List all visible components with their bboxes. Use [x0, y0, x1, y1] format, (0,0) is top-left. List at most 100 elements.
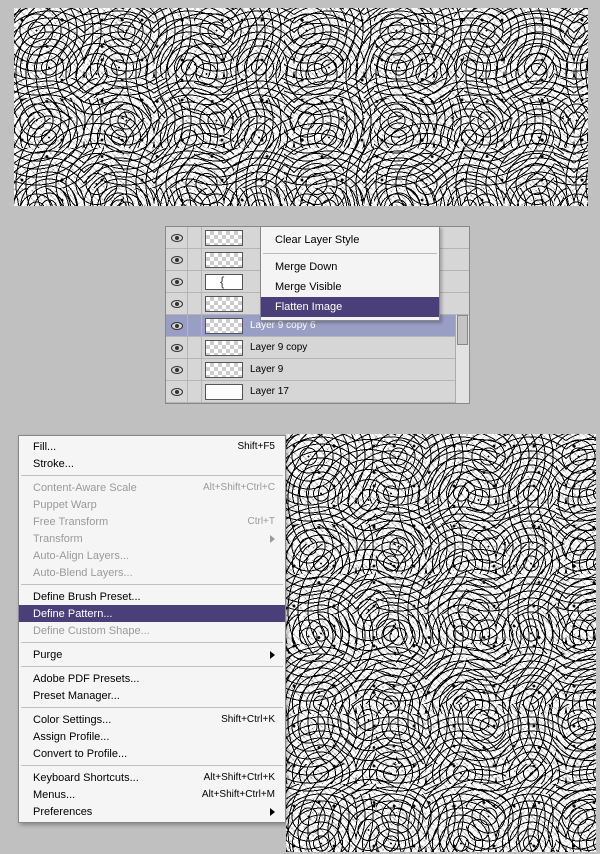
layer-thumbnail[interactable]: [205, 318, 243, 334]
menu-item-label: Stroke...: [33, 458, 74, 470]
menu-item[interactable]: Flatten Image: [261, 297, 439, 317]
menu-item-label: Preferences: [33, 806, 92, 818]
link-cell: [188, 249, 202, 271]
menu-separator: [21, 584, 283, 585]
menu-item-label: Preset Manager...: [33, 690, 120, 702]
visibility-toggle[interactable]: [166, 359, 188, 381]
eye-icon: [171, 344, 183, 352]
layer-thumbnail[interactable]: [205, 252, 243, 268]
menu-separator: [21, 707, 283, 708]
menu-item[interactable]: Stroke...: [19, 455, 285, 472]
layer-thumbnail[interactable]: [205, 384, 243, 400]
menu-item: Auto-Blend Layers...: [19, 564, 285, 581]
menu-item-label: Content-Aware Scale: [33, 482, 137, 494]
menu-separator: [21, 765, 283, 766]
layer-context-menu[interactable]: Clear Layer Style Merge DownMerge Visible…: [260, 226, 440, 321]
menu-item-label: Define Custom Shape...: [33, 625, 150, 637]
pattern-preview: [14, 8, 588, 206]
layers-scrollbar[interactable]: [455, 315, 469, 403]
visibility-toggle[interactable]: [166, 249, 188, 271]
layer-name-label[interactable]: Layer 9: [246, 364, 283, 375]
pattern-preview: [286, 434, 596, 852]
menu-item[interactable]: Adobe PDF Presets...: [19, 670, 285, 687]
menu-separator: [263, 253, 437, 254]
edit-menu[interactable]: Fill... Shift+F5 Stroke... Content-Aware Sc…: [18, 435, 286, 823]
menu-shortcut: Alt+Shift+Ctrl+K: [204, 772, 275, 783]
eye-icon: [171, 278, 183, 286]
eye-icon: [171, 322, 183, 330]
menu-item[interactable]: Keyboard Shortcuts... Alt+Shift+Ctrl+K: [19, 769, 285, 786]
menu-item: Free TransformCtrl+T: [19, 513, 285, 530]
menu-item[interactable]: Purge: [19, 646, 285, 663]
menu-item[interactable]: Clear Layer Style: [261, 230, 439, 250]
menu-item-label: Assign Profile...: [33, 731, 109, 743]
menu-item-label: Define Pattern...: [33, 608, 113, 620]
document-canvas-bottom[interactable]: [286, 434, 596, 852]
link-cell: [188, 359, 202, 381]
menu-item-label: Color Settings...: [33, 714, 111, 726]
eye-icon: [171, 300, 183, 308]
menu-item-label: Transform: [33, 533, 83, 545]
link-cell: [188, 315, 202, 337]
menu-item[interactable]: Define Brush Preset...: [19, 588, 285, 605]
menu-item[interactable]: Merge Visible: [261, 277, 439, 297]
menu-item: Define Custom Shape...: [19, 622, 285, 639]
menu-item[interactable]: Merge Down: [261, 257, 439, 277]
link-cell: [188, 381, 202, 403]
visibility-toggle[interactable]: [166, 337, 188, 359]
submenu-arrow-icon: [270, 808, 275, 816]
visibility-toggle[interactable]: [166, 271, 188, 293]
submenu-arrow-icon: [270, 651, 275, 659]
menu-separator: [21, 642, 283, 643]
eye-icon: [171, 388, 183, 396]
link-cell: [188, 271, 202, 293]
menu-item-label: Menus...: [33, 789, 75, 801]
menu-shortcut: Alt+Shift+Ctrl+C: [203, 482, 275, 493]
layer-thumbnail[interactable]: [205, 296, 243, 312]
menu-item[interactable]: Menus...Alt+Shift+Ctrl+M: [19, 786, 285, 803]
layer-row[interactable]: Layer 9 copy: [166, 337, 469, 359]
menu-separator: [21, 475, 283, 476]
layer-row[interactable]: Layer 17: [166, 381, 469, 403]
link-cell: [188, 293, 202, 315]
visibility-toggle[interactable]: [166, 381, 188, 403]
menu-shortcut: Shift+Ctrl+K: [221, 714, 275, 725]
menu-item: Content-Aware Scale Alt+Shift+Ctrl+C: [19, 479, 285, 496]
scrollbar-thumb[interactable]: [457, 315, 468, 345]
layer-thumbnail[interactable]: [205, 362, 243, 378]
menu-item: Transform: [19, 530, 285, 547]
menu-shortcut: Shift+F5: [237, 441, 275, 452]
eye-icon: [171, 366, 183, 374]
visibility-toggle[interactable]: [166, 293, 188, 315]
menu-item-label: Adobe PDF Presets...: [33, 673, 139, 685]
menu-item[interactable]: Assign Profile...: [19, 728, 285, 745]
document-canvas-top[interactable]: [14, 8, 588, 206]
layer-row[interactable]: Layer 9: [166, 359, 469, 381]
menu-item[interactable]: Preset Manager...: [19, 687, 285, 704]
layer-name-label[interactable]: Layer 17: [246, 386, 289, 397]
menu-item[interactable]: Convert to Profile...: [19, 745, 285, 762]
link-cell: [188, 227, 202, 249]
submenu-arrow-icon: [270, 535, 275, 543]
menu-item-label: Keyboard Shortcuts...: [33, 772, 139, 784]
menu-item[interactable]: Color Settings... Shift+Ctrl+K: [19, 711, 285, 728]
layer-thumbnail[interactable]: [205, 230, 243, 246]
menu-item-label: Auto-Blend Layers...: [33, 567, 133, 579]
layer-name-label[interactable]: Layer 9 copy 6: [246, 320, 316, 331]
menu-item[interactable]: Preferences: [19, 803, 285, 820]
menu-item-label: Puppet Warp: [33, 499, 97, 511]
menu-item-label: Convert to Profile...: [33, 748, 127, 760]
menu-item[interactable]: Fill... Shift+F5: [19, 438, 285, 455]
layer-name-label[interactable]: Layer 9 copy: [246, 342, 307, 353]
visibility-toggle[interactable]: [166, 315, 188, 337]
menu-item: Auto-Align Layers...: [19, 547, 285, 564]
menu-item-label: Purge: [33, 649, 62, 661]
visibility-toggle[interactable]: [166, 227, 188, 249]
menu-item[interactable]: Define Pattern...: [19, 605, 285, 622]
menu-item-label: Fill...: [33, 441, 56, 453]
menu-item-label: Define Brush Preset...: [33, 591, 141, 603]
layer-thumbnail[interactable]: [205, 340, 243, 356]
layer-thumbnail[interactable]: [205, 274, 243, 290]
eye-icon: [171, 256, 183, 264]
menu-item-label: Free Transform: [33, 516, 108, 528]
